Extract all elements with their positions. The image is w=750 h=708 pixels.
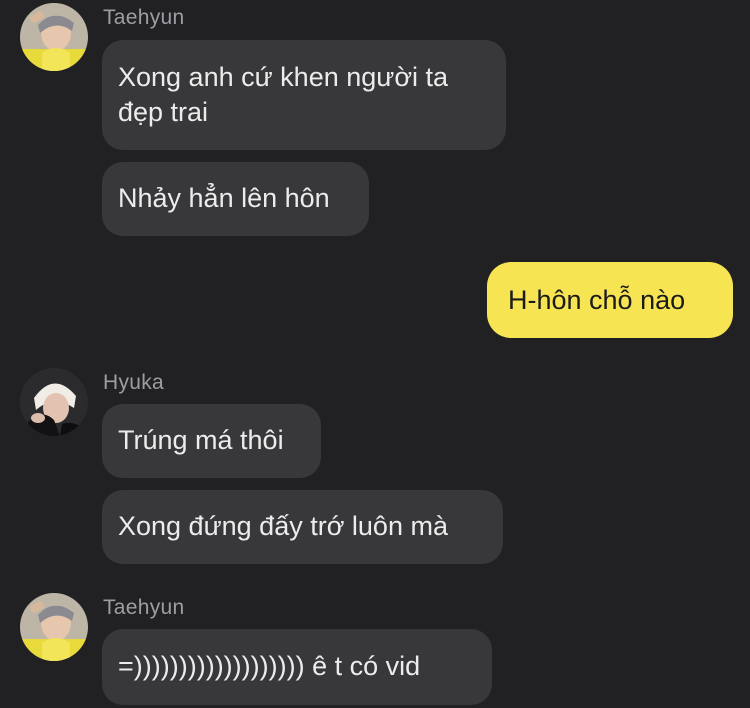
message-text: Xong đứng đấy trớ luôn mà: [118, 511, 448, 541]
message-text: Trúng má thôi: [118, 425, 284, 455]
message-bubble[interactable]: Xong anh cứ khen người ta đẹp trai: [102, 40, 506, 150]
taehyun-avatar[interactable]: [20, 593, 88, 661]
chat-thread[interactable]: Taehyun Xong anh cứ khen người ta đẹp tr…: [0, 0, 750, 708]
sender-name: Taehyun: [103, 6, 185, 29]
message-text: =))))))))))))))))))) ê t có vid: [118, 651, 421, 681]
message-text: Nhảy hẳn lên hôn: [118, 183, 330, 213]
outgoing-message-bubble[interactable]: H-hôn chỗ nào: [487, 262, 733, 338]
message-bubble[interactable]: Nhảy hẳn lên hôn: [102, 162, 369, 236]
hyuka-avatar[interactable]: [20, 368, 88, 436]
message-bubble[interactable]: =))))))))))))))))))) ê t có vid: [102, 629, 492, 705]
message-bubble[interactable]: Xong đứng đấy trớ luôn mà: [102, 490, 503, 564]
message-text: đẹp trai: [118, 97, 209, 127]
message-text: H-hôn chỗ nào: [508, 285, 686, 315]
sender-name: Hyuka: [103, 371, 165, 394]
sender-name: Taehyun: [103, 596, 185, 619]
taehyun-avatar[interactable]: [20, 3, 88, 71]
message-bubble[interactable]: Trúng má thôi: [102, 404, 321, 478]
message-text: Xong anh cứ khen người ta: [118, 62, 449, 92]
